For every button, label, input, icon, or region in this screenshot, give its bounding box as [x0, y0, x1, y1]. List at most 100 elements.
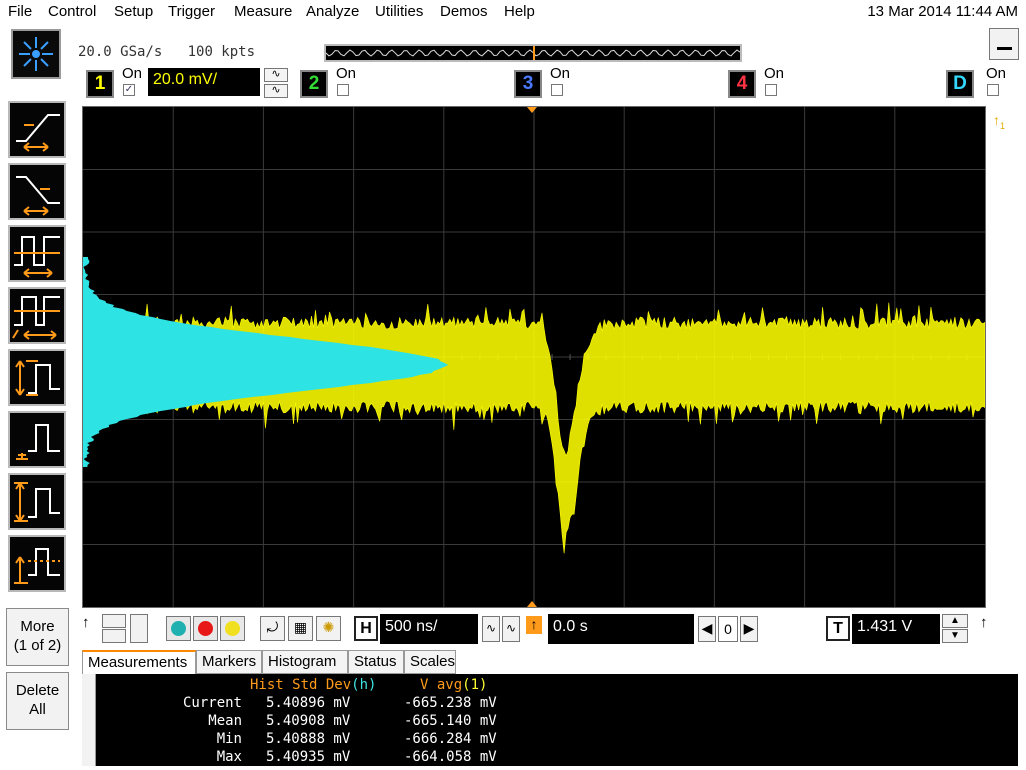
trigger-arrow-icon: ↑ [980, 614, 988, 631]
menu-bar: File Control Setup Trigger Measure Analy… [0, 0, 1026, 24]
row-max-v2: -664.058 mV [404, 749, 497, 765]
row-min-v1: 5.40888 mV [266, 731, 351, 747]
tab-scales[interactable]: Scales [404, 650, 456, 674]
datetime: 13 Mar 2014 11:44 AM [867, 3, 1018, 20]
control-bar: ↑ ⤾ ▦ ✺ H 500 ns/ ∿ ∿ ↑ 0.0 s ◀ 0 ▶ T 1.… [78, 610, 1018, 648]
more-measurements-button[interactable]: More (1 of 2) [6, 608, 69, 666]
delay-field[interactable]: 0.0 s [548, 614, 694, 644]
channel-3-button[interactable]: 3 [514, 70, 542, 98]
trigger-level-field[interactable]: 1.431 V [852, 614, 940, 644]
delay-marker-icon: ↑ [526, 616, 542, 634]
acquisition-status: 20.0 GSa/s 100 kpts [78, 44, 255, 60]
digital-channel-button[interactable]: D [946, 70, 974, 98]
tab-markers[interactable]: Markers [196, 650, 262, 674]
sample-rate: 20.0 GSa/s [78, 44, 163, 60]
digital-on-label: On [986, 65, 1007, 82]
waveform-display[interactable] [82, 106, 986, 608]
row-max-v1: 5.40935 mV [266, 749, 351, 765]
menu-analyze[interactable]: Analyze [306, 3, 359, 20]
delete-all-button[interactable]: Delete All [6, 672, 69, 730]
overview-trace [325, 46, 741, 60]
channel-3-on-label: On [550, 65, 571, 82]
zoom-in-button[interactable]: ∿ [502, 616, 520, 642]
delay-left-button[interactable]: ◀ [698, 616, 716, 642]
menu-file[interactable]: File [8, 3, 32, 20]
channel-1-on-label: On [122, 65, 143, 82]
amplitude-trigger-icon[interactable] [8, 473, 66, 530]
tab-measurements[interactable]: Measurements [82, 650, 196, 674]
channel-1-ac-coupling-button[interactable]: ∿ [264, 68, 288, 82]
timebase-field[interactable]: 500 ns/ [380, 614, 478, 644]
yellow-dot-icon [225, 621, 240, 636]
trigger-level-up-button[interactable]: ▲ [942, 614, 968, 628]
measurements-panel: Hist Std Dev(h) V avg(1) Current 5.40896… [82, 674, 1018, 766]
channel-1-dc-coupling-button[interactable]: ∿ [264, 84, 288, 98]
pulse-width-trigger-icon[interactable] [8, 225, 66, 282]
trigger-button[interactable]: T [826, 616, 850, 641]
channel-1-on-checkbox[interactable]: ✓ [123, 84, 135, 96]
autoscale-button[interactable]: ⤾ [260, 616, 285, 641]
vertical-marker-icon: ↑ [82, 614, 90, 631]
channel-2-on-checkbox[interactable] [337, 84, 349, 96]
color-red-button[interactable] [193, 616, 218, 641]
menu-measure[interactable]: Measure [234, 3, 292, 20]
row-mean-v2: -665.140 mV [404, 713, 497, 729]
falling-edge-trigger-icon[interactable] [8, 163, 66, 220]
color-teal-button[interactable] [166, 616, 191, 641]
glitch-trigger-icon[interactable] [8, 411, 66, 468]
menu-setup[interactable]: Setup [114, 3, 153, 20]
trigger-position-bottom-icon [527, 601, 537, 607]
menu-trigger[interactable]: Trigger [168, 3, 215, 20]
channel-3-on-checkbox[interactable] [551, 84, 563, 96]
rise-time-trigger-icon[interactable] [8, 349, 66, 406]
horizontal-button[interactable]: H [354, 616, 378, 641]
row-min-v2: -666.284 mV [404, 731, 497, 747]
menu-control[interactable]: Control [48, 3, 96, 20]
red-dot-icon [198, 621, 213, 636]
teal-dot-icon [171, 621, 186, 636]
minimize-icon [997, 47, 1012, 50]
trigger-level-down-button[interactable]: ▼ [942, 629, 968, 643]
brightness-icon[interactable]: ✺ [316, 616, 341, 641]
clear-display-button[interactable]: ▦ [288, 616, 313, 641]
waveform-overview[interactable] [324, 44, 742, 62]
trigger-position-top-icon [527, 107, 537, 113]
channel-bar: 1 On ✓ 20.0 mV/ ∿ ∿ 2 On 3 On 4 On D On [78, 64, 1018, 104]
channel-4-on-checkbox[interactable] [765, 84, 777, 96]
more-page-label: (1 of 2) [13, 637, 62, 654]
row-current-v1: 5.40896 mV [266, 695, 351, 711]
channel-2-button[interactable]: 2 [300, 70, 328, 98]
measurements-scrollbar[interactable] [82, 674, 96, 766]
trigger-level-marker-icon: ↑1 [993, 112, 1006, 131]
agilent-logo-icon[interactable] [11, 29, 61, 79]
row-mean-v1: 5.40908 mV [266, 713, 351, 729]
channel-2-on-label: On [336, 65, 357, 82]
channel-4-button[interactable]: 4 [728, 70, 756, 98]
vertical-down-button[interactable] [102, 629, 126, 643]
color-yellow-button[interactable] [220, 616, 245, 641]
threshold-trigger-icon[interactable] [8, 535, 66, 592]
delete-all-label: All [29, 701, 46, 718]
pulse-width-ratio-trigger-icon[interactable] [8, 287, 66, 344]
col2-header: V avg(1) [420, 677, 488, 693]
rising-edge-trigger-icon[interactable] [8, 101, 66, 158]
channel-1-scale-field[interactable]: 20.0 mV/ [148, 68, 260, 96]
memory-depth: 100 kpts [187, 44, 256, 60]
delay-right-button[interactable]: ▶ [740, 616, 758, 642]
left-toolbar: More (1 of 2) Delete All [0, 24, 76, 770]
menu-utilities[interactable]: Utilities [375, 3, 423, 20]
tab-status[interactable]: Status [348, 650, 404, 674]
vertical-up-button[interactable] [102, 614, 126, 628]
menu-help[interactable]: Help [504, 3, 535, 20]
vertical-step-button[interactable] [130, 614, 148, 643]
more-label: More [20, 618, 55, 635]
digital-on-checkbox[interactable] [987, 84, 999, 96]
menu-demos[interactable]: Demos [440, 3, 488, 20]
histogram-overlay [83, 257, 449, 467]
tab-bar: Measurements Markers Histogram Status Sc… [82, 650, 1018, 674]
minimize-button[interactable] [989, 28, 1019, 60]
delay-position-field[interactable]: 0 [718, 616, 738, 642]
channel-1-button[interactable]: 1 [86, 70, 114, 98]
zoom-out-button[interactable]: ∿ [482, 616, 500, 642]
tab-histogram[interactable]: Histogram [262, 650, 348, 674]
